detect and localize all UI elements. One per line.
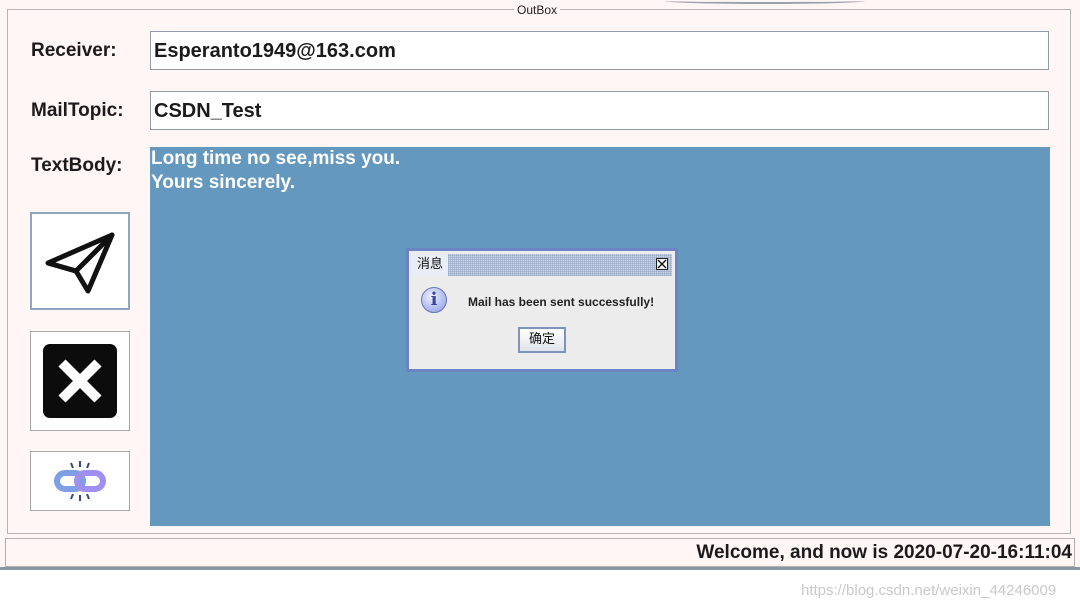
mail-topic-label: MailTopic:	[31, 100, 124, 121]
watermark-url: https://blog.csdn.net/weixin_44246009	[801, 582, 1057, 599]
link-chain-icon	[54, 461, 106, 501]
window-top-edge	[665, 0, 865, 4]
body-line-1: Long time no see,miss you.	[151, 148, 401, 169]
text-body-label: TextBody:	[31, 155, 123, 176]
status-bar: Welcome, and now is 2020-07-20-16:11:04	[5, 538, 1075, 567]
status-text: Welcome, and now is 2020-07-20-16:11:04	[696, 542, 1072, 563]
dialog-ok-button[interactable]: 确定	[518, 327, 566, 353]
close-icon	[657, 259, 667, 269]
send-button[interactable]	[30, 212, 130, 310]
receiver-label: Receiver:	[31, 40, 117, 61]
info-icon: i	[421, 287, 447, 313]
outbox-title: OutBox	[514, 3, 561, 17]
dialog-message: Mail has been sent successfully!	[468, 295, 655, 309]
cancel-button[interactable]	[30, 331, 130, 431]
dialog-content: 消息 i Mail has been sent successfully! 确定	[409, 251, 675, 369]
link-button[interactable]	[30, 451, 130, 511]
close-x-icon	[43, 344, 117, 418]
dialog-title: 消息	[412, 254, 449, 276]
dialog-close-button[interactable]	[656, 258, 668, 270]
paper-plane-icon	[45, 232, 115, 294]
receiver-field[interactable]: Esperanto1949@163.com	[150, 31, 1049, 70]
mail-topic-field[interactable]: CSDN_Test	[150, 91, 1049, 130]
body-line-2: Yours sincerely.	[151, 172, 295, 193]
message-dialog: 消息 i Mail has been sent successfully! 确定	[406, 248, 678, 372]
dialog-titlebar[interactable]: 消息	[412, 254, 672, 276]
